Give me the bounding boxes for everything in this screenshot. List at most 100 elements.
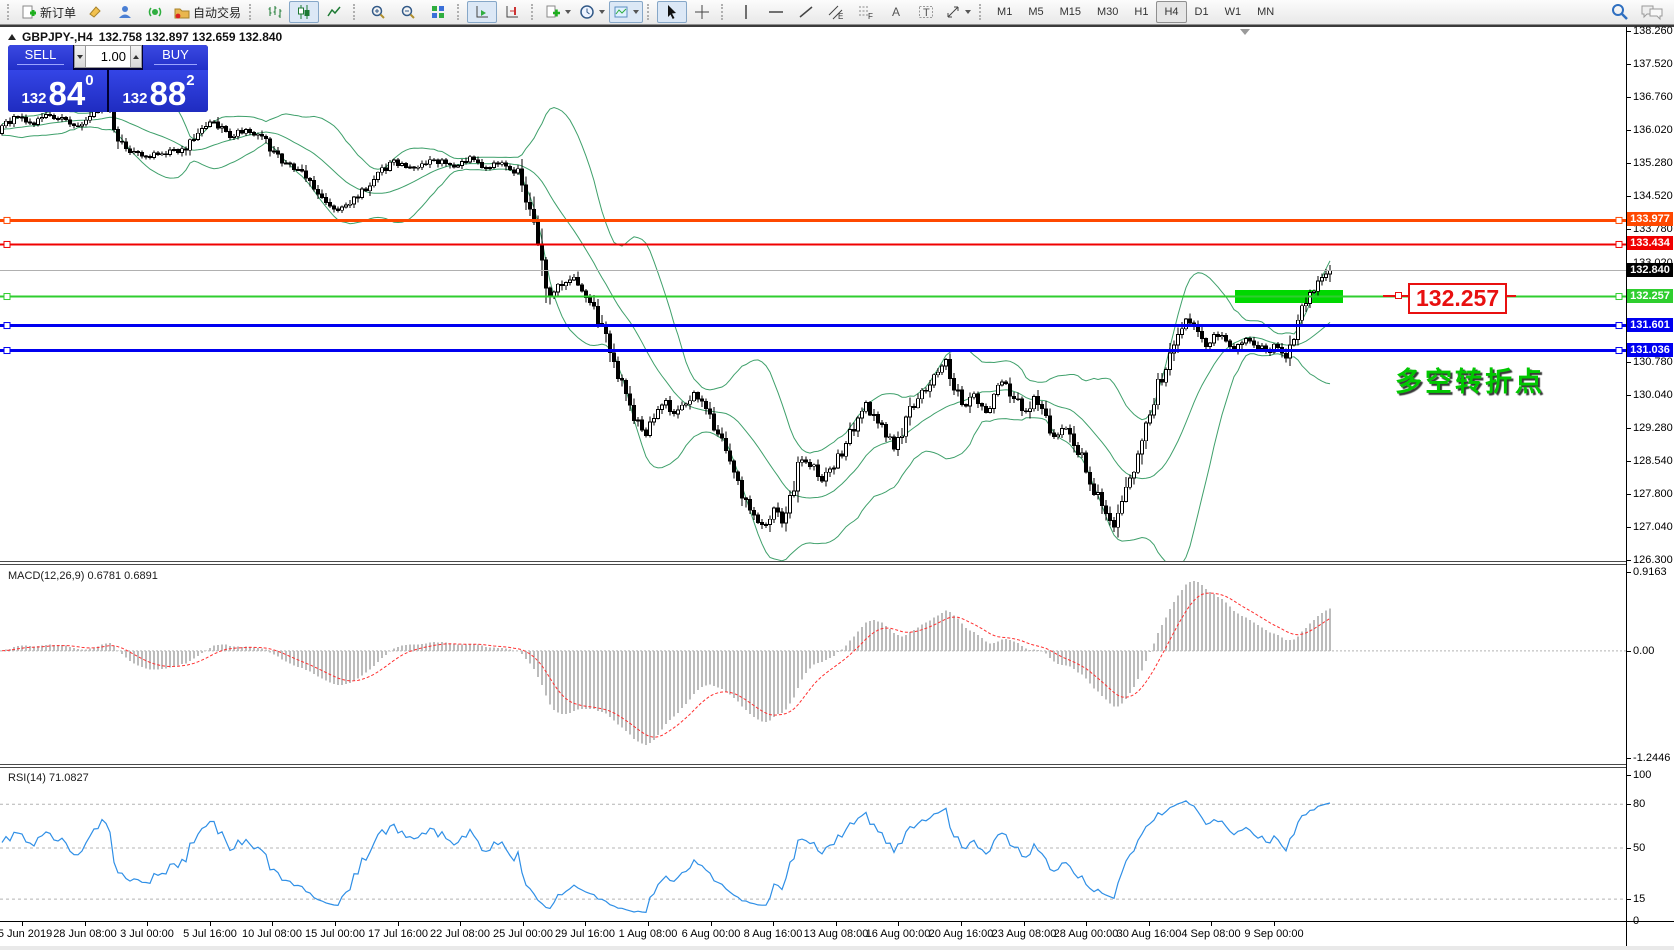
turning-point-note[interactable]: 多空转折点 [1395,360,1545,399]
volume-input[interactable] [86,45,130,68]
line-handle[interactable] [4,294,10,300]
time-axis-line [0,921,1674,922]
line-handle[interactable] [1616,348,1622,354]
cursor-button[interactable] [657,1,687,23]
time-tick-mark [272,921,273,926]
line-handle[interactable] [4,241,10,247]
buy-price-button[interactable]: 132 88 2 [109,70,208,112]
line-handle[interactable] [4,323,10,329]
line-handle[interactable] [1616,294,1622,300]
time-axis-label: 8 Aug 16:00 [744,928,803,940]
search-icon[interactable] [1610,2,1630,22]
line-handle[interactable] [1616,241,1622,247]
time-tick-mark [1274,921,1275,926]
rsi-pane[interactable] [0,768,1626,921]
time-tick-mark [85,921,86,926]
text-tool-button[interactable]: A [881,1,911,23]
signals-button[interactable] [140,1,170,23]
timeframe-button-w1[interactable]: W1 [1217,1,1250,23]
candlestick-chart-button[interactable] [289,1,319,23]
timeframe-button-h1[interactable]: H1 [1126,1,1156,23]
new-order-button[interactable]: 新订单 [17,1,80,23]
line-chart-button[interactable] [319,1,349,23]
cursor-icon [664,4,680,20]
line-handle[interactable] [1616,217,1622,223]
timeframe-button-d1[interactable]: D1 [1187,1,1217,23]
macd-histogram [2,581,1330,745]
time-axis-label: 4 Sep 08:00 [1181,928,1240,940]
time-tick-mark [773,921,774,926]
time-axis-label: 25 Jul 00:00 [493,928,553,940]
time-axis-label: 22 Jul 08:00 [430,928,490,940]
chart-shift-marker-icon[interactable] [1240,29,1250,35]
charts-button[interactable] [80,1,110,23]
price-tick-mark [1626,163,1631,164]
arrows-tool-button[interactable] [941,1,975,23]
fibonacci-tool-button[interactable]: F [851,1,881,23]
collapse-trade-panel-icon[interactable] [8,34,16,40]
price-tick-mark [1626,560,1631,561]
chart-shift-button[interactable] [497,1,527,23]
text-label-tool-button[interactable]: T [911,1,941,23]
horizontal-line-icon [768,4,784,20]
timeframe-button-m30[interactable]: M30 [1089,1,1126,23]
horizontal-line-tool-button[interactable] [761,1,791,23]
macd-indicator-label: MACD(12,26,9) 0.6781 0.6891 [8,570,158,582]
timeframe-button-h4[interactable]: H4 [1156,1,1186,23]
callout-handle[interactable] [1395,292,1402,299]
sell-price-sup: 0 [85,74,93,88]
timeframe-button-m1[interactable]: M1 [989,1,1020,23]
zoom-in-button[interactable] [363,1,393,23]
line-handle[interactable] [1616,323,1622,329]
dropdown-caret-icon [599,10,605,14]
volume-stepper [74,45,142,68]
auto-scroll-icon [474,4,490,20]
equidistant-channel-tool-button[interactable]: E [821,1,851,23]
price-line-label: 133.434 [1627,236,1673,250]
price-tick-mark [1626,64,1631,65]
timeframe-button-mn[interactable]: MN [1249,1,1282,23]
templates-button[interactable] [609,1,643,23]
price-tick-mark [1626,130,1631,131]
price-line-label: 131.601 [1627,318,1673,332]
vertical-line-tool-button[interactable] [731,1,761,23]
chat-icon[interactable] [1640,2,1664,22]
timeframe-button-m15[interactable]: M15 [1052,1,1089,23]
sell-price-prefix: 132 [21,89,46,109]
auto-trading-button[interactable]: 自动交易 [170,1,245,23]
price-tick-mark [1626,395,1631,396]
arrows-icon [945,4,961,20]
price-tick-label: 128.540 [1633,455,1673,467]
price-callout-132257[interactable]: 132.257 [1408,283,1507,314]
timeframe-button-m5[interactable]: M5 [1020,1,1051,23]
bollinger-bands [2,95,1330,561]
volume-decrease-button[interactable] [74,45,86,68]
bar-chart-button[interactable] [259,1,289,23]
trendline-tool-button[interactable] [791,1,821,23]
auto-scroll-button[interactable] [467,1,497,23]
price-tick-mark [1626,527,1631,528]
triangle-down-icon [77,55,83,59]
indicators-button[interactable] [541,1,575,23]
price-axis-line [1626,27,1627,946]
tile-windows-button[interactable] [423,1,453,23]
macd-pane[interactable] [0,565,1626,764]
time-tick-mark [898,921,899,926]
buy-price-prefix: 132 [122,89,147,109]
sell-price-button[interactable]: 132 84 0 [8,70,107,112]
line-handle[interactable] [4,217,10,223]
profiles-button[interactable] [110,1,140,23]
price-tick-label: 135.280 [1633,157,1673,169]
crosshair-button[interactable] [687,1,717,23]
time-tick-mark [398,921,399,926]
periods-button[interactable] [575,1,609,23]
time-axis-label: 5 Jul 16:00 [183,928,237,940]
buy-button[interactable]: BUY [143,45,208,70]
zoom-out-button[interactable] [393,1,423,23]
line-handle[interactable] [4,348,10,354]
clock-icon [579,4,595,20]
text-tool-icon: A [889,4,903,20]
sell-button[interactable]: SELL [8,45,73,70]
volume-increase-button[interactable] [130,45,142,68]
time-tick-mark [523,921,524,926]
